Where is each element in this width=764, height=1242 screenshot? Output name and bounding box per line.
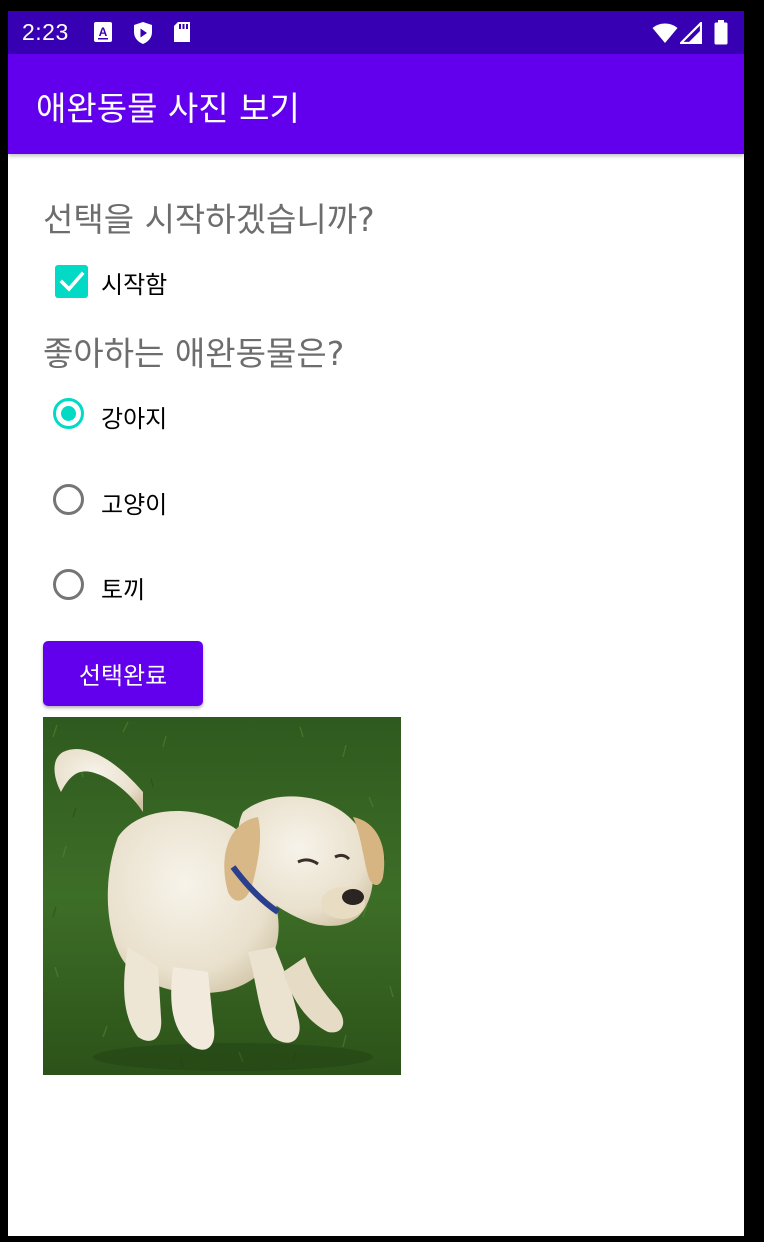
checkbox-checked-icon[interactable] — [55, 265, 88, 298]
start-checkbox[interactable]: 시작함 — [55, 264, 355, 300]
done-button[interactable]: 선택완료 — [43, 641, 203, 706]
start-question: 선택을 시작하겠습니까? — [43, 200, 375, 239]
radio-unchecked-icon[interactable] — [53, 569, 84, 600]
puppy-image — [43, 717, 401, 1075]
shield-play-icon — [134, 22, 152, 44]
radio-checked-icon[interactable] — [53, 398, 84, 429]
sd-card-icon — [174, 22, 190, 42]
status-time: 2:23 — [22, 19, 69, 45]
phone-screen: 2:23 A 애완동물 사진 보기 선택을 시작하겠습니까? 시작함 좋아하는 … — [8, 11, 744, 1236]
pet-question: 좋아하는 애완동물은? — [43, 334, 345, 373]
radio-rabbit[interactable]: 토끼 — [53, 568, 353, 608]
signal-icon — [680, 22, 702, 44]
radio-unchecked-icon[interactable] — [53, 484, 84, 515]
battery-icon — [714, 20, 728, 45]
font-icon: A — [94, 22, 112, 42]
radio-cat-label: 고양이 — [101, 491, 168, 519]
radio-dog-label: 강아지 — [101, 405, 168, 433]
radio-rabbit-label: 토끼 — [101, 576, 146, 604]
status-bar: 2:23 A — [8, 11, 744, 54]
svg-text:A: A — [99, 25, 108, 39]
app-bar: 애완동물 사진 보기 — [8, 54, 744, 154]
wifi-icon — [652, 23, 678, 43]
radio-dog[interactable]: 강아지 — [53, 397, 353, 437]
app-title: 애완동물 사진 보기 — [36, 89, 300, 128]
start-checkbox-label: 시작함 — [101, 271, 168, 299]
radio-cat[interactable]: 고양이 — [53, 483, 353, 523]
